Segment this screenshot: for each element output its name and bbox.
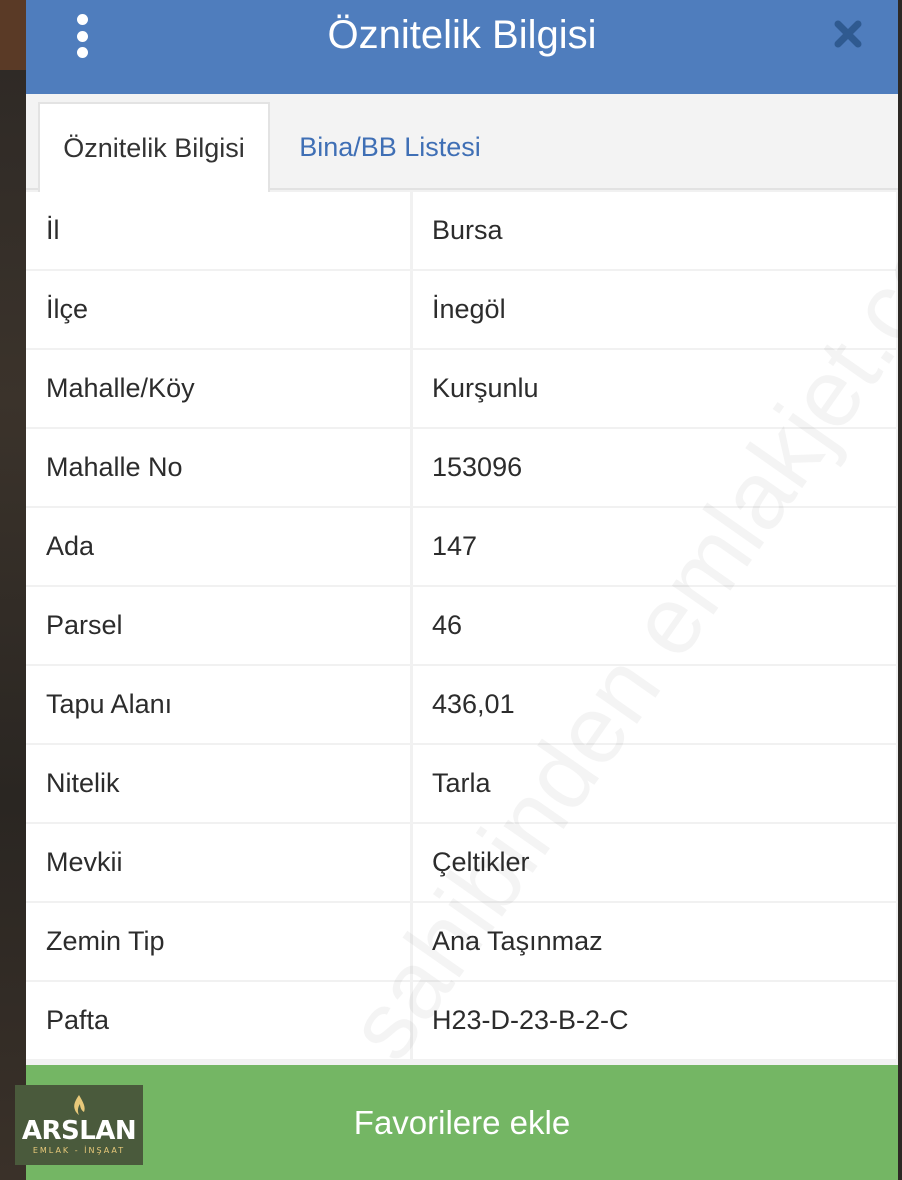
logo-name: ARSLAN (21, 1116, 137, 1146)
attribute-value: 147 (413, 508, 896, 585)
attribute-value: 153096 (413, 429, 896, 506)
attribute-info-modal: Öznitelik Bilgisi Öznitelik Bilgisi Bina… (26, 0, 898, 1180)
attribute-label: Mahalle No (26, 429, 410, 506)
attribute-label: Pafta (26, 982, 410, 1059)
kebab-menu-icon[interactable] (72, 14, 92, 58)
logo-tagline: EMLAK - İNŞAAT (32, 1146, 126, 1155)
table-row: Mevkii Çeltikler (26, 824, 898, 901)
attribute-value: 46 (413, 587, 896, 664)
attribute-value: Ana Taşınmaz (413, 903, 896, 980)
modal-header: Öznitelik Bilgisi (26, 0, 898, 94)
attribute-value: Tarla (413, 745, 896, 822)
add-to-favorites-button[interactable]: Favorilere ekle (26, 1065, 898, 1180)
table-row: Parsel 46 (26, 587, 898, 664)
attribute-label: Mahalle/Köy (26, 350, 410, 427)
table-row: İl Bursa (26, 192, 898, 269)
table-row: Zemin Tip Ana Taşınmaz (26, 903, 898, 980)
tab-attribute-info[interactable]: Öznitelik Bilgisi (38, 102, 270, 192)
attribute-label: Ada (26, 508, 410, 585)
table-row: Mahalle/Köy Kurşunlu (26, 350, 898, 427)
attribute-value: Kurşunlu (413, 350, 896, 427)
attribute-value: Bursa (413, 192, 896, 269)
table-row: İlçe İnegöl (26, 271, 898, 348)
attribute-label: İl (26, 192, 410, 269)
table-row: Ada 147 (26, 508, 898, 585)
attribute-value: 436,01 (413, 666, 896, 743)
attribute-label: İlçe (26, 271, 410, 348)
attribute-value: H23-D-23-B-2-C (413, 982, 896, 1059)
attribute-label: Parsel (26, 587, 410, 664)
modal-title: Öznitelik Bilgisi (327, 12, 597, 57)
tab-building-list[interactable]: Bina/BB Listesi (280, 102, 500, 192)
attribute-label: Nitelik (26, 745, 410, 822)
attribute-table: İl Bursa İlçe İnegöl Mahalle/Köy Kurşunl… (26, 192, 898, 1061)
table-row: Mahalle No 153096 (26, 429, 898, 506)
attribute-value: Çeltikler (413, 824, 896, 901)
table-row: Pafta H23-D-23-B-2-C (26, 982, 898, 1059)
arslan-logo: ARSLAN EMLAK - İNŞAAT (15, 1085, 143, 1165)
background-left-strip (0, 0, 26, 1180)
flame-logo-icon (74, 1095, 85, 1115)
attribute-label: Tapu Alanı (26, 666, 410, 743)
table-row: Nitelik Tarla (26, 745, 898, 822)
close-icon[interactable] (828, 14, 868, 54)
table-row: Tapu Alanı 436,01 (26, 666, 898, 743)
tab-bar: Öznitelik Bilgisi Bina/BB Listesi (26, 94, 898, 192)
attribute-label: Mevkii (26, 824, 410, 901)
attribute-value: İnegöl (413, 271, 896, 348)
attribute-label: Zemin Tip (26, 903, 410, 980)
